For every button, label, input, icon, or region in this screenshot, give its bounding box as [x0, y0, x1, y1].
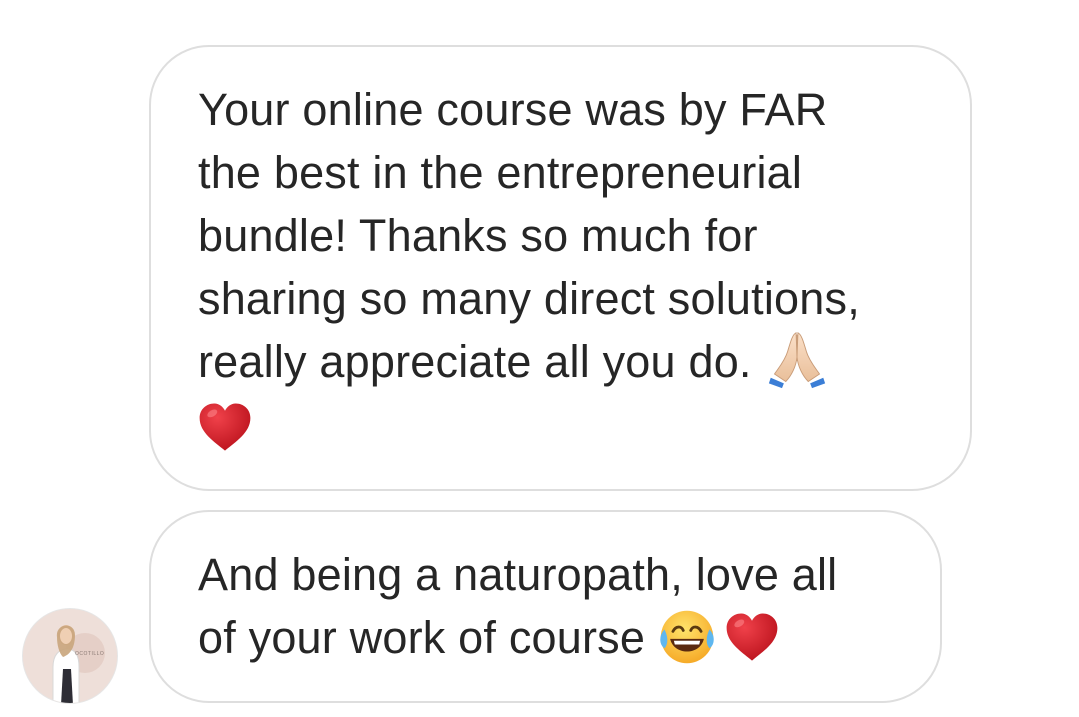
- message-bubble[interactable]: Your online course was by FAR the best i…: [149, 45, 972, 491]
- message-text: And being a naturopath, love all of your…: [198, 543, 837, 671]
- avatar-logo-text: OCOTILLO: [75, 651, 105, 657]
- tears-of-joy-face-icon: [660, 610, 714, 664]
- message-text-content: Your online course was by FAR the best i…: [198, 84, 860, 387]
- folded-hands-icon: [768, 332, 825, 389]
- red-heart-icon: [199, 403, 251, 451]
- avatar[interactable]: OCOTILLO: [22, 608, 118, 704]
- red-heart-icon: [726, 613, 778, 661]
- message-text: Your online course was by FAR the best i…: [198, 78, 860, 455]
- message-bubble[interactable]: And being a naturopath, love all of your…: [149, 510, 942, 703]
